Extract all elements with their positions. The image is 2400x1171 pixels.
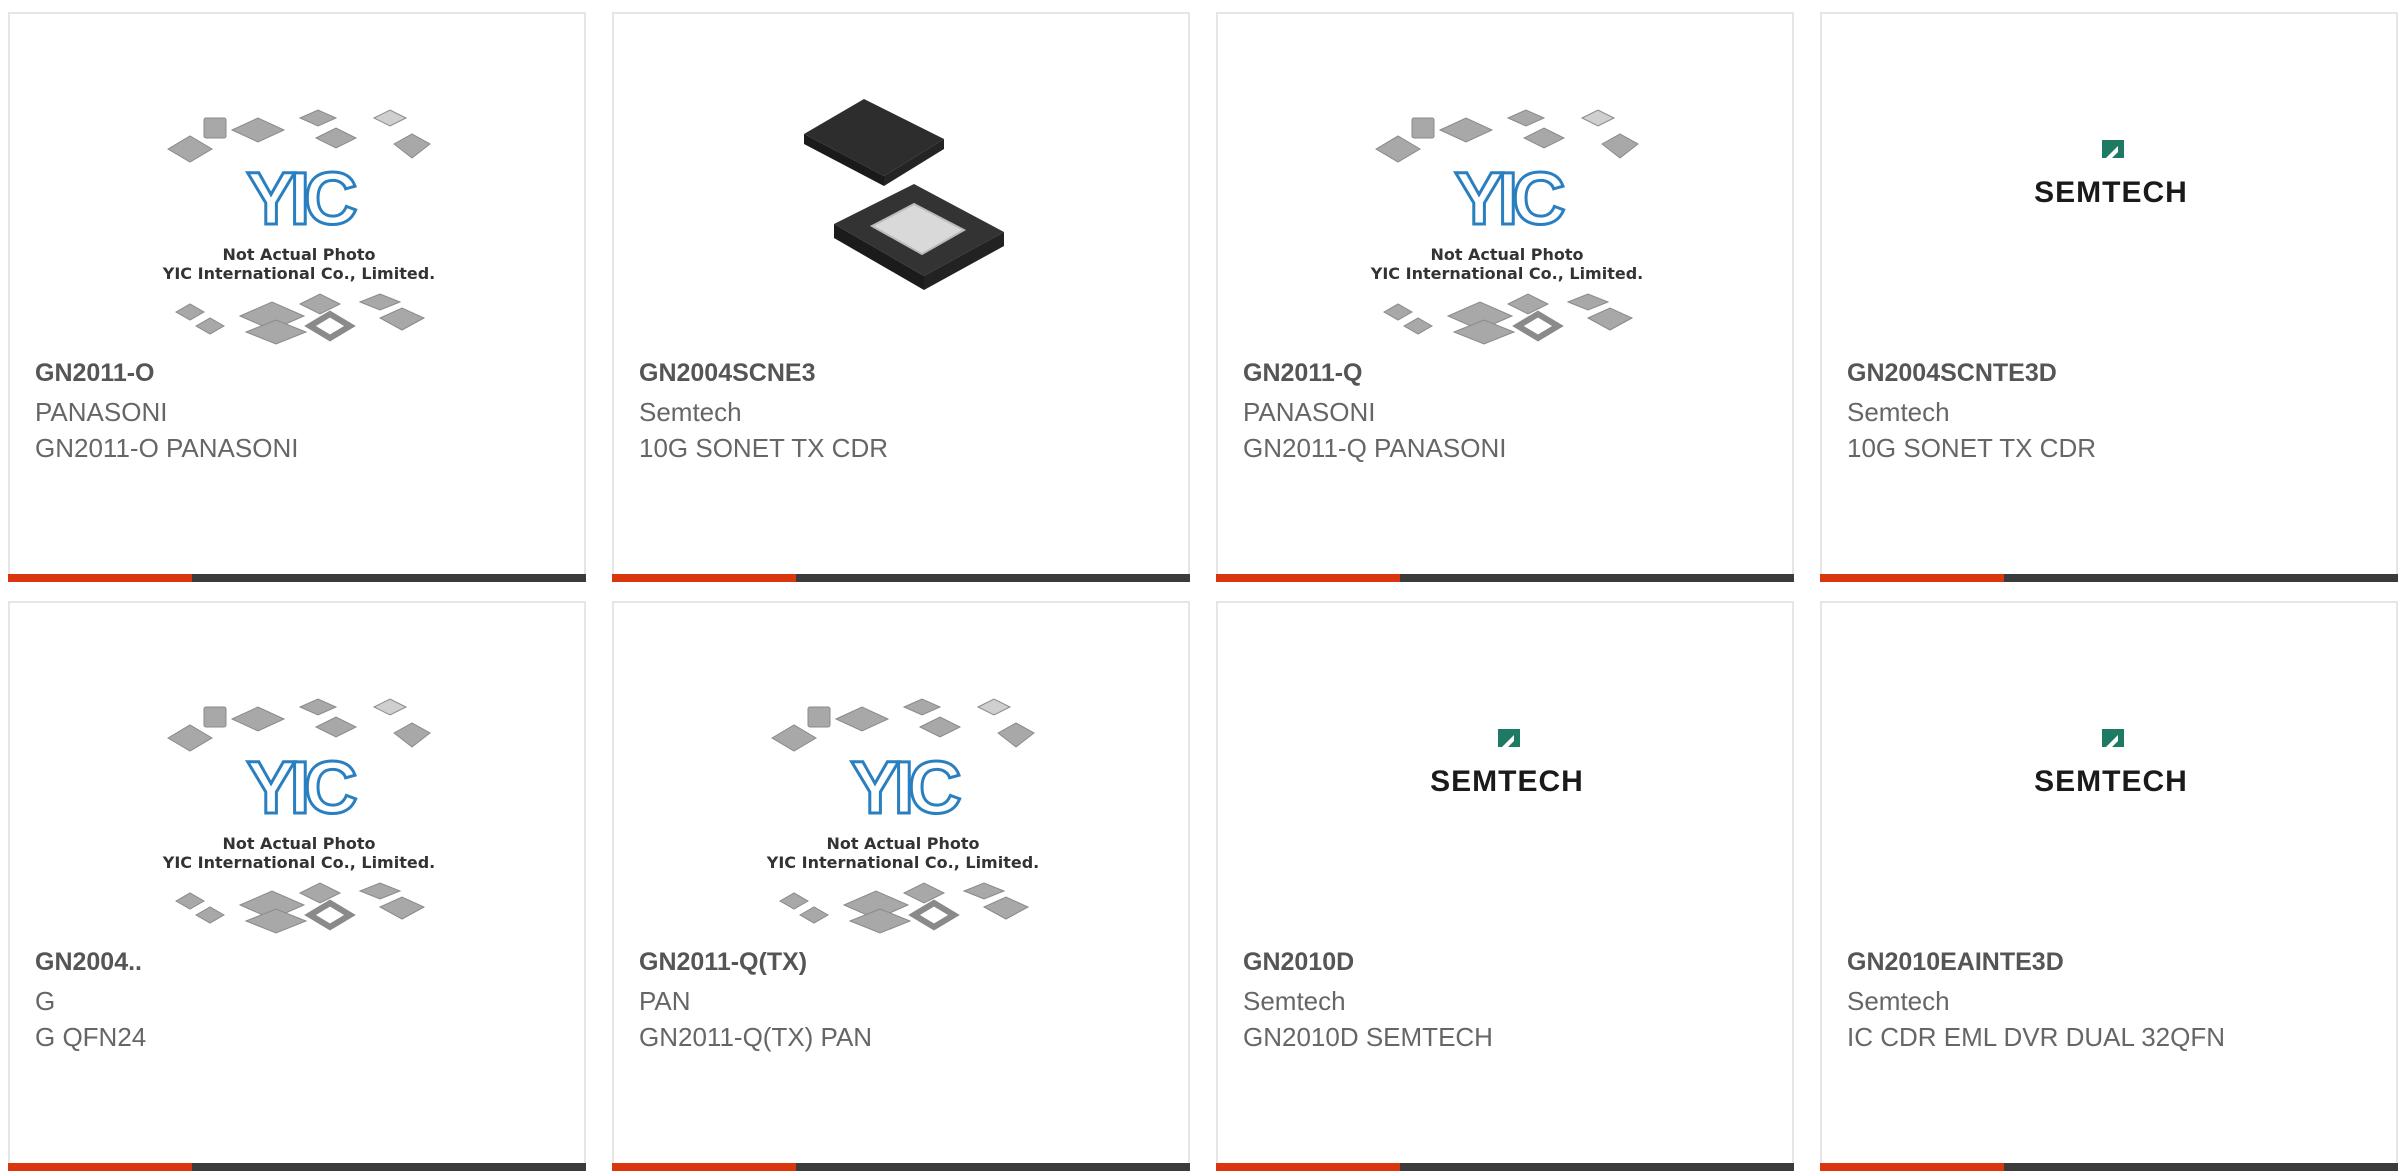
not-actual-photo-image: YIC Not Actual Photo YIC International C…: [1370, 109, 1643, 345]
card-bottom-bar: [8, 574, 586, 582]
product-image[interactable]: YIC Not Actual Photo YIC International C…: [614, 643, 1188, 943]
product-part-number[interactable]: GN2004SCNTE3D: [1847, 359, 2057, 388]
product-description: G QFN24: [35, 1022, 147, 1052]
product-image[interactable]: SEMTECH: [1218, 643, 1792, 943]
product-part-number[interactable]: GN2011-O: [35, 359, 155, 388]
product-brand: Semtech: [1243, 986, 1346, 1016]
placeholder-caption-line1: Not Actual Photo: [222, 834, 375, 853]
product-card[interactable]: SEMTECH GN2010EAINTE3D Semtech IC CDR EML …: [1820, 601, 2398, 1171]
placeholder-caption-line2: YIC International Co., Limited.: [162, 853, 435, 872]
card-accent-bar: [8, 574, 192, 582]
placeholder-caption-line2: YIC International Co., Limited.: [766, 853, 1039, 872]
semtech-logo: SEMTECH: [2034, 729, 2188, 798]
product-brand: Semtech: [1847, 397, 1950, 427]
chip-cluster-top: [167, 109, 431, 163]
card-accent-bar: [1216, 1163, 1400, 1171]
chip-cluster-bottom: [174, 882, 426, 934]
product-part-number[interactable]: GN2004..: [35, 948, 142, 977]
product-card[interactable]: YIC Not Actual Photo YIC International C…: [612, 601, 1190, 1171]
yic-logo: YIC: [850, 746, 960, 829]
product-description: GN2010D SEMTECH: [1243, 1022, 1493, 1052]
not-actual-photo-image: YIC Not Actual Photo YIC International C…: [766, 698, 1039, 934]
product-card[interactable]: YIC Not Actual Photo YIC International C…: [1216, 12, 1794, 582]
semtech-logo: SEMTECH: [1430, 729, 1584, 798]
product-image[interactable]: YIC Not Actual Photo YIC International C…: [1218, 54, 1792, 354]
not-actual-photo-image: YIC Not Actual Photo YIC International C…: [162, 698, 435, 934]
product-card[interactable]: YIC Not Actual Photo YIC International C…: [8, 601, 586, 1171]
product-part-number[interactable]: GN2004SCNE3: [639, 359, 815, 388]
semtech-logo-text: SEMTECH: [1430, 765, 1584, 798]
placeholder-caption-line1: Not Actual Photo: [826, 834, 979, 853]
product-part-number[interactable]: GN2010D: [1243, 948, 1354, 977]
product-card[interactable]: GN2004SCNE3 Semtech 10G SONET TX CDR: [612, 12, 1190, 582]
card-bottom-bar: [612, 574, 1190, 582]
product-card[interactable]: YIC Not Actual Photo YIC International C…: [8, 12, 586, 582]
product-brand: PANASONI: [1243, 397, 1376, 427]
qfn-chip-top: [804, 99, 944, 186]
card-bottom-bar: [8, 1163, 586, 1171]
card-bottom-bar: [612, 1163, 1190, 1171]
product-description: 10G SONET TX CDR: [639, 433, 888, 463]
semtech-logo: SEMTECH: [2034, 140, 2188, 209]
chip-cluster-bottom: [778, 882, 1030, 934]
product-grid: YIC Not Actual Photo YIC International C…: [0, 0, 2400, 1171]
card-bottom-bar: [1216, 574, 1794, 582]
qfn-chip-photo: [804, 99, 1004, 290]
product-card[interactable]: SEMTECH GN2004SCNTE3D Semtech 10G SONET TX…: [1820, 12, 2398, 582]
product-description: GN2011-O PANASONI: [35, 433, 299, 463]
card-bottom-bar: [1820, 1163, 2398, 1171]
product-brand: Semtech: [639, 397, 742, 427]
chip-cluster-top: [771, 698, 1035, 752]
yic-logo: YIC: [246, 157, 356, 240]
product-image[interactable]: SEMTECH: [1822, 643, 2396, 943]
chip-cluster-top: [167, 698, 431, 752]
yic-logo: YIC: [246, 746, 356, 829]
product-brand: PANASONI: [35, 397, 168, 427]
chip-cluster-top: [1375, 109, 1639, 163]
card-accent-bar: [1216, 574, 1400, 582]
yic-logo: YIC: [1454, 157, 1564, 240]
not-actual-photo-image: YIC Not Actual Photo YIC International C…: [162, 109, 435, 345]
qfn-chip-bottom: [834, 184, 1004, 290]
product-brand: G: [35, 986, 56, 1016]
card-bottom-bar: [1820, 574, 2398, 582]
product-part-number[interactable]: GN2011-Q(TX): [639, 948, 807, 977]
product-image[interactable]: YIC Not Actual Photo YIC International C…: [10, 54, 584, 354]
card-accent-bar: [8, 1163, 192, 1171]
product-description: IC CDR EML DVR DUAL 32QFN: [1847, 1022, 2226, 1052]
product-brand: PAN: [639, 986, 691, 1016]
placeholder-caption-line2: YIC International Co., Limited.: [1370, 264, 1643, 283]
chip-cluster-bottom: [1382, 293, 1634, 345]
card-accent-bar: [612, 574, 796, 582]
placeholder-caption-line1: Not Actual Photo: [1430, 245, 1583, 264]
product-description: GN2011-Q PANASONI: [1243, 433, 1507, 463]
product-card[interactable]: SEMTECH GN2010D Semtech GN2010D SEMTECH: [1216, 601, 1794, 1171]
product-part-number[interactable]: GN2010EAINTE3D: [1847, 948, 2064, 977]
card-accent-bar: [612, 1163, 796, 1171]
product-description: 10G SONET TX CDR: [1847, 433, 2096, 463]
chip-cluster-bottom: [174, 293, 426, 345]
card-accent-bar: [1820, 1163, 2004, 1171]
product-part-number[interactable]: GN2011-Q: [1243, 359, 1363, 388]
semtech-logo-text: SEMTECH: [2034, 176, 2188, 209]
product-brand: Semtech: [1847, 986, 1950, 1016]
card-accent-bar: [1820, 574, 2004, 582]
product-description: GN2011-Q(TX) PAN: [639, 1022, 873, 1052]
placeholder-caption-line2: YIC International Co., Limited.: [162, 264, 435, 283]
product-image[interactable]: SEMTECH: [1822, 54, 2396, 354]
placeholder-caption-line1: Not Actual Photo: [222, 245, 375, 264]
product-image[interactable]: YIC Not Actual Photo YIC International C…: [10, 643, 584, 943]
product-image[interactable]: [614, 54, 1188, 354]
card-bottom-bar: [1216, 1163, 1794, 1171]
semtech-logo-text: SEMTECH: [2034, 765, 2188, 798]
